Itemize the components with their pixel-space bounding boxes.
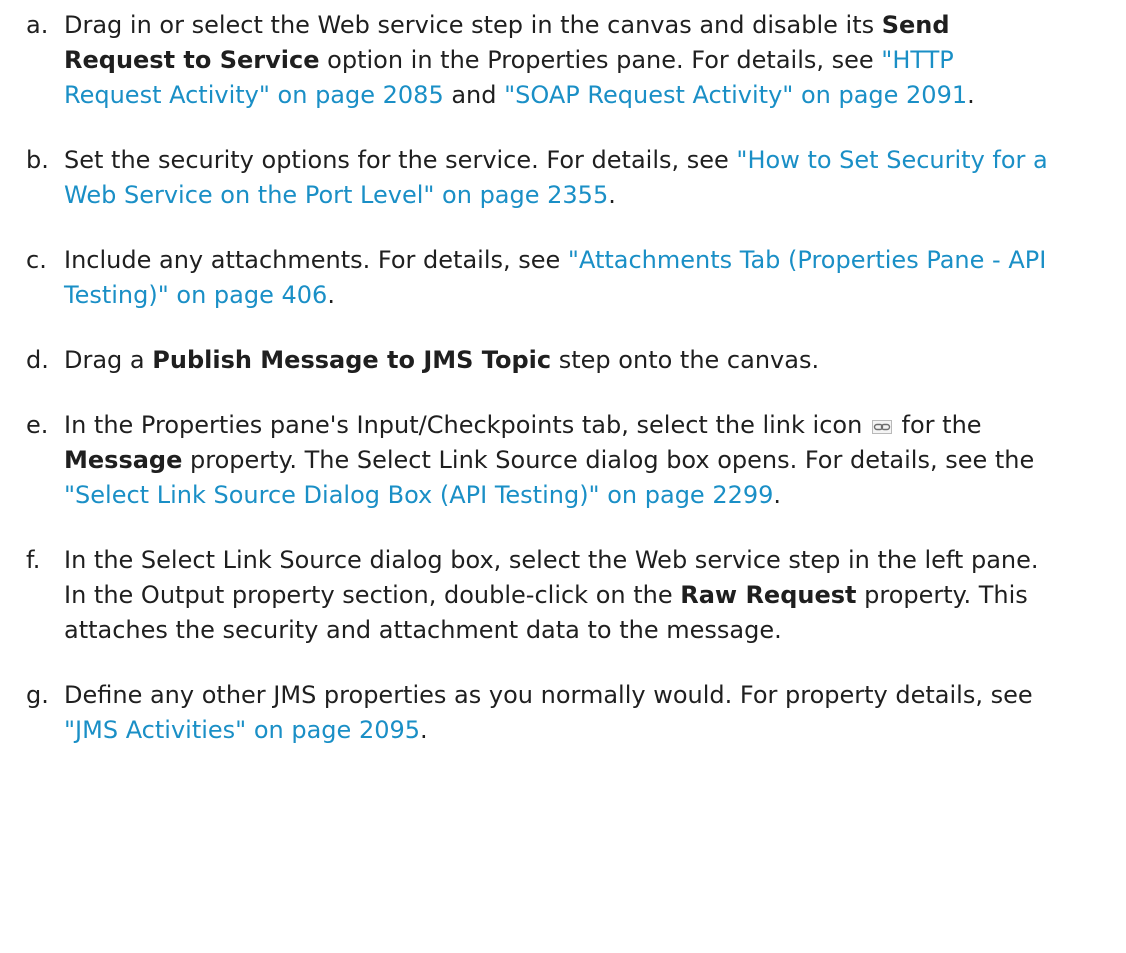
step-text: Drag a xyxy=(64,346,153,374)
step-list: a. Drag in or select the Web service step… xyxy=(26,8,1056,748)
step-text: Set the security options for the service… xyxy=(64,146,737,174)
step-marker: f. xyxy=(26,546,41,574)
link-icon xyxy=(871,409,892,434)
procedure-document: a. Drag in or select the Web service step… xyxy=(0,0,1126,953)
step-item: g. Define any other JMS properties as you… xyxy=(26,678,1056,748)
step-text: for the xyxy=(893,411,982,439)
step-item: d. Drag a Publish Message to JMS Topic st… xyxy=(26,343,1056,378)
step-text: . xyxy=(327,281,335,309)
ui-element-name: Message xyxy=(64,446,183,474)
step-text: In the Properties pane's Input/Checkpoin… xyxy=(64,411,870,439)
step-marker: g. xyxy=(26,681,49,709)
step-text: and xyxy=(443,81,505,109)
step-text: . xyxy=(967,81,975,109)
cross-reference-link[interactable]: "JMS Activities" on page 2095 xyxy=(64,716,420,744)
step-item: a. Drag in or select the Web service step… xyxy=(26,8,1056,113)
step-marker: d. xyxy=(26,346,49,374)
step-text: Define any other JMS properties as you n… xyxy=(64,681,1033,709)
step-marker: c. xyxy=(26,246,47,274)
step-text: step onto the canvas. xyxy=(551,346,820,374)
ui-element-name: Raw Request xyxy=(680,581,857,609)
step-text: property. The Select Link Source dialog … xyxy=(182,446,1035,474)
step-marker: e. xyxy=(26,411,49,439)
step-text: option in the Properties pane. For detai… xyxy=(319,46,882,74)
ui-element-name: Publish Message to JMS Topic xyxy=(152,346,552,374)
step-text: . xyxy=(420,716,428,744)
step-marker: a. xyxy=(26,11,49,39)
step-item: e. In the Properties pane's Input/Checkpo… xyxy=(26,408,1056,513)
cross-reference-link[interactable]: "SOAP Request Activity" on page 2091 xyxy=(504,81,967,109)
step-text: Drag in or select the Web service step i… xyxy=(64,11,882,39)
cross-reference-link[interactable]: "Select Link Source Dialog Box (API Test… xyxy=(64,481,773,509)
step-item: f. In the Select Link Source dialog box, … xyxy=(26,543,1056,648)
step-marker: b. xyxy=(26,146,49,174)
step-item: b. Set the security options for the servi… xyxy=(26,143,1056,213)
step-text: . xyxy=(608,181,616,209)
step-text: . xyxy=(773,481,782,509)
step-text: Include any attachments. For details, se… xyxy=(64,246,568,274)
step-item: c. Include any attachments. For details, … xyxy=(26,243,1056,313)
